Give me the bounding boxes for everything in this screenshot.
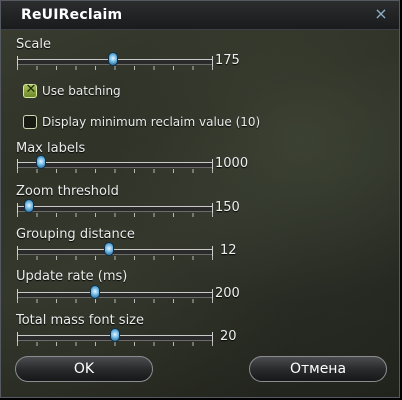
reclaim-settings-window: ReUIReclaim × Scale 175 ✕ Use batching D…	[0, 0, 400, 398]
slider-track[interactable]	[17, 289, 213, 300]
total-mass-font-size-label: Total mass font size	[16, 313, 145, 328]
update-rate-value: 200	[215, 286, 240, 301]
total-mass-font-size-slider[interactable]	[17, 328, 213, 348]
slider-ticks	[17, 299, 213, 303]
update-rate-label: Update rate (ms)	[16, 269, 128, 284]
checkmark-icon: ✕	[25, 82, 37, 97]
slider-thumb-icon[interactable]	[23, 199, 34, 213]
cancel-button[interactable]: Отмена	[249, 356, 387, 382]
max-labels-slider[interactable]	[17, 155, 213, 175]
max-labels-value: 1000	[215, 156, 249, 171]
checkmark-icon	[25, 113, 37, 129]
ok-button[interactable]: OK	[15, 356, 153, 382]
slider-ticks	[17, 169, 213, 173]
use-batching-label: Use batching	[42, 84, 121, 98]
slider-thumb-icon[interactable]	[35, 155, 46, 169]
total-mass-font-size-value: 20	[220, 329, 237, 344]
grouping-distance-value: 12	[220, 243, 237, 258]
scale-slider[interactable]	[17, 52, 213, 72]
close-icon[interactable]: ×	[373, 5, 389, 23]
slider-ticks	[17, 256, 213, 260]
grouping-distance-slider[interactable]	[17, 242, 213, 262]
display-min-reclaim-checkbox[interactable]	[23, 115, 37, 129]
slider-ticks	[17, 213, 213, 217]
slider-thumb-icon[interactable]	[110, 328, 120, 342]
zoom-threshold-value: 150	[215, 200, 240, 215]
slider-thumb-icon[interactable]	[108, 52, 119, 66]
scale-label: Scale	[16, 37, 51, 52]
scale-value: 175	[215, 53, 240, 68]
slider-thumb-icon[interactable]	[90, 285, 101, 299]
slider-track[interactable]	[17, 203, 213, 214]
update-rate-slider[interactable]	[17, 285, 213, 305]
display-min-reclaim-label: Display minimum reclaim value (10)	[42, 115, 261, 129]
slider-ticks	[17, 342, 213, 346]
use-batching-checkbox[interactable]: ✕	[23, 82, 37, 98]
slider-track[interactable]	[17, 159, 213, 170]
slider-ticks	[17, 66, 213, 70]
zoom-threshold-slider[interactable]	[17, 199, 213, 219]
max-labels-label: Max labels	[16, 141, 86, 156]
window-title: ReUIReclaim	[21, 7, 123, 23]
zoom-threshold-label: Zoom threshold	[16, 184, 119, 199]
slider-thumb-icon[interactable]	[104, 242, 115, 256]
title-bar[interactable]: ReUIReclaim ×	[1, 1, 399, 30]
grouping-distance-label: Grouping distance	[16, 227, 135, 242]
slider-track[interactable]	[17, 246, 213, 257]
